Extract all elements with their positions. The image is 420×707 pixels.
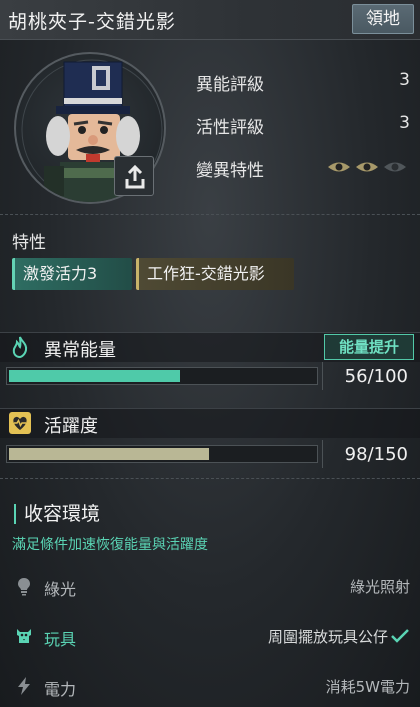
- containment-subtitle: 滿足條件加速恢復能量與活躍度: [12, 537, 208, 553]
- env-row-green-light: 綠光 綠光照射: [0, 568, 420, 604]
- containment-title: 收容環境: [14, 504, 100, 524]
- divider: [322, 440, 323, 468]
- divider: [0, 214, 420, 215]
- env-desc: 綠光照射: [349, 578, 410, 596]
- anomaly-name: 胡桃夾子-交錯光影: [8, 11, 176, 33]
- check-icon: [391, 629, 409, 643]
- mutation-eyes[interactable]: [326, 158, 410, 176]
- ability-rating-value: 3: [399, 70, 410, 90]
- env-name: 綠光: [44, 580, 77, 599]
- eye-icon: [384, 162, 406, 172]
- title-bar: 胡桃夾子-交錯光影 領地: [0, 0, 420, 40]
- territory-button[interactable]: 領地: [352, 4, 414, 34]
- vitality-rating-label: 活性評級: [196, 118, 264, 138]
- energy-boost-button[interactable]: 能量提升: [324, 334, 414, 360]
- env-row-toy: 玩具 周圍擺放玩具公仔: [0, 618, 420, 654]
- energy-bar: [6, 367, 318, 385]
- flame-icon: [12, 336, 28, 359]
- trait-tag-vitality[interactable]: 激發活力3: [12, 258, 132, 290]
- vitality-rating-row: 活性評級 3: [196, 109, 410, 139]
- share-button[interactable]: [114, 156, 154, 196]
- mutation-trait-label: 變異特性: [196, 161, 264, 181]
- env-name: 電力: [44, 680, 77, 699]
- ability-rating-label: 異能評級: [196, 75, 264, 95]
- energy-bar-fill: [9, 370, 181, 382]
- mutation-trait-row: 變異特性: [196, 152, 410, 182]
- env-desc: 周圍擺放玩具公仔: [267, 628, 388, 646]
- eye-icon: [328, 162, 350, 172]
- upload-icon: [125, 164, 145, 189]
- activity-bar-fill: [9, 448, 209, 460]
- energy-value: 56/100: [344, 366, 408, 387]
- eye-icon: [356, 162, 378, 172]
- traits-title: 特性: [12, 233, 46, 253]
- env-desc: 消耗5W電力: [325, 678, 410, 696]
- env-row-power: 電力 消耗5W電力: [0, 668, 420, 704]
- activity-value: 98/150: [344, 444, 408, 465]
- trait-tag-workaholic[interactable]: 工作狂-交錯光影: [136, 258, 294, 290]
- toy-icon: [17, 629, 31, 643]
- lightning-icon: [18, 677, 30, 695]
- energy-label: 異常能量: [44, 340, 116, 361]
- ability-rating-row: 異能評級 3: [196, 66, 410, 96]
- divider: [322, 362, 323, 390]
- divider: [0, 478, 420, 479]
- env-name: 玩具: [44, 630, 77, 649]
- heartbeat-icon: [9, 412, 31, 434]
- activity-label: 活躍度: [44, 416, 98, 437]
- vitality-rating-value: 3: [399, 113, 410, 133]
- activity-bar: [6, 445, 318, 463]
- lightbulb-icon: [18, 578, 30, 596]
